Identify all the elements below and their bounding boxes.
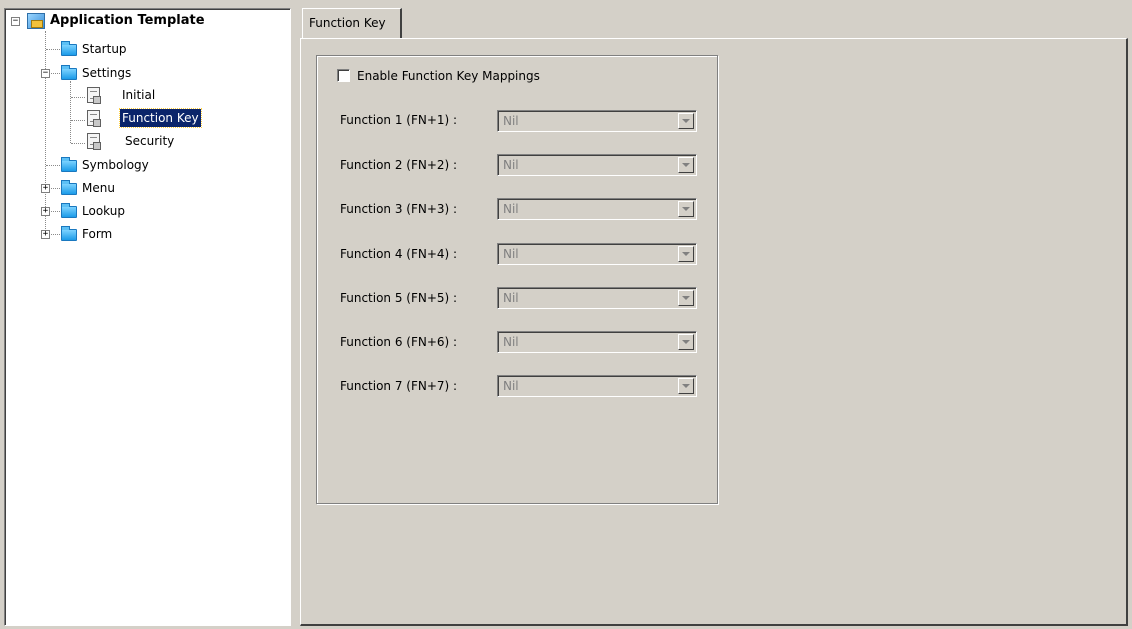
navigation-tree[interactable]: − Application Template Startup − Setting… (4, 8, 291, 626)
tree-item-label: Startup (82, 42, 127, 56)
function-3-value: Nil (503, 202, 519, 216)
tree-connector-line (51, 211, 60, 212)
tree-connector-line (51, 234, 60, 235)
function-1-value: Nil (503, 114, 519, 128)
tree-connector-line (45, 31, 46, 231)
function-3-label: Function 3 (FN+3) : (340, 202, 458, 216)
folder-icon (61, 41, 77, 56)
function-5-value: Nil (503, 291, 519, 305)
expand-form-expander[interactable]: + (41, 230, 50, 239)
tree-item-label: Application Template (50, 13, 205, 28)
function-7-label: Function 7 (FN+7) : (340, 379, 458, 393)
function-5-select[interactable]: Nil (497, 287, 697, 309)
tree-item-label: Menu (82, 181, 115, 195)
enable-function-key-mappings-label[interactable]: Enable Function Key Mappings (357, 67, 540, 85)
tree-connector-line (46, 49, 60, 50)
function-6-value: Nil (503, 335, 519, 349)
chevron-down-icon[interactable] (678, 201, 694, 217)
chevron-down-icon[interactable] (678, 157, 694, 173)
function-2-label: Function 2 (FN+2) : (340, 158, 458, 172)
chevron-down-icon[interactable] (678, 378, 694, 394)
document-icon (87, 87, 101, 104)
tree-connector-line (71, 120, 85, 121)
tree-item-label: Settings (82, 66, 132, 80)
folder-icon (61, 157, 77, 172)
tree-connector-line (71, 97, 85, 98)
function-2-select[interactable]: Nil (497, 154, 697, 176)
tree-item-label: Security (125, 134, 175, 148)
tree-connector-line (51, 73, 60, 74)
folder-icon (61, 180, 77, 195)
function-7-select[interactable]: Nil (497, 375, 697, 397)
chevron-down-icon[interactable] (678, 334, 694, 350)
function-4-select[interactable]: Nil (497, 243, 697, 265)
collapse-settings-expander[interactable]: − (41, 69, 50, 78)
tab-label: Function Key (309, 16, 386, 30)
tree-item-label: Initial (122, 88, 156, 102)
tree-connector-line (71, 143, 85, 144)
tree-connector-line (70, 81, 71, 143)
function-6-label: Function 6 (FN+6) : (340, 335, 458, 349)
chevron-down-icon[interactable] (678, 113, 694, 129)
tree-connector-line (46, 165, 60, 166)
function-4-label: Function 4 (FN+4) : (340, 247, 458, 261)
function-7-value: Nil (503, 379, 519, 393)
tree-connector-line (51, 188, 60, 189)
function-3-select[interactable]: Nil (497, 198, 697, 220)
enable-function-key-mappings-checkbox[interactable] (337, 69, 350, 82)
folder-icon (61, 226, 77, 241)
expand-lookup-expander[interactable]: + (41, 207, 50, 216)
chevron-down-icon[interactable] (678, 290, 694, 306)
function-1-label: Function 1 (FN+1) : (340, 113, 458, 127)
tree-item-label: Symbology (82, 158, 149, 172)
function-5-label: Function 5 (FN+5) : (340, 291, 458, 305)
tab-function-key[interactable]: Function Key (302, 8, 402, 38)
expand-menu-expander[interactable]: + (41, 184, 50, 193)
folder-icon (61, 203, 77, 218)
document-icon (87, 110, 101, 127)
function-6-select[interactable]: Nil (497, 331, 697, 353)
function-4-value: Nil (503, 247, 519, 261)
function-2-value: Nil (503, 158, 519, 172)
function-1-select[interactable]: Nil (497, 110, 697, 132)
chevron-down-icon[interactable] (678, 246, 694, 262)
tree-item-label: Form (82, 227, 113, 241)
document-icon (87, 133, 101, 150)
application-icon (27, 13, 45, 29)
folder-icon (61, 65, 77, 80)
tree-item-label: Lookup (82, 204, 125, 218)
collapse-root-expander[interactable]: − (11, 17, 20, 26)
tree-item-label: Function Key (119, 108, 202, 128)
